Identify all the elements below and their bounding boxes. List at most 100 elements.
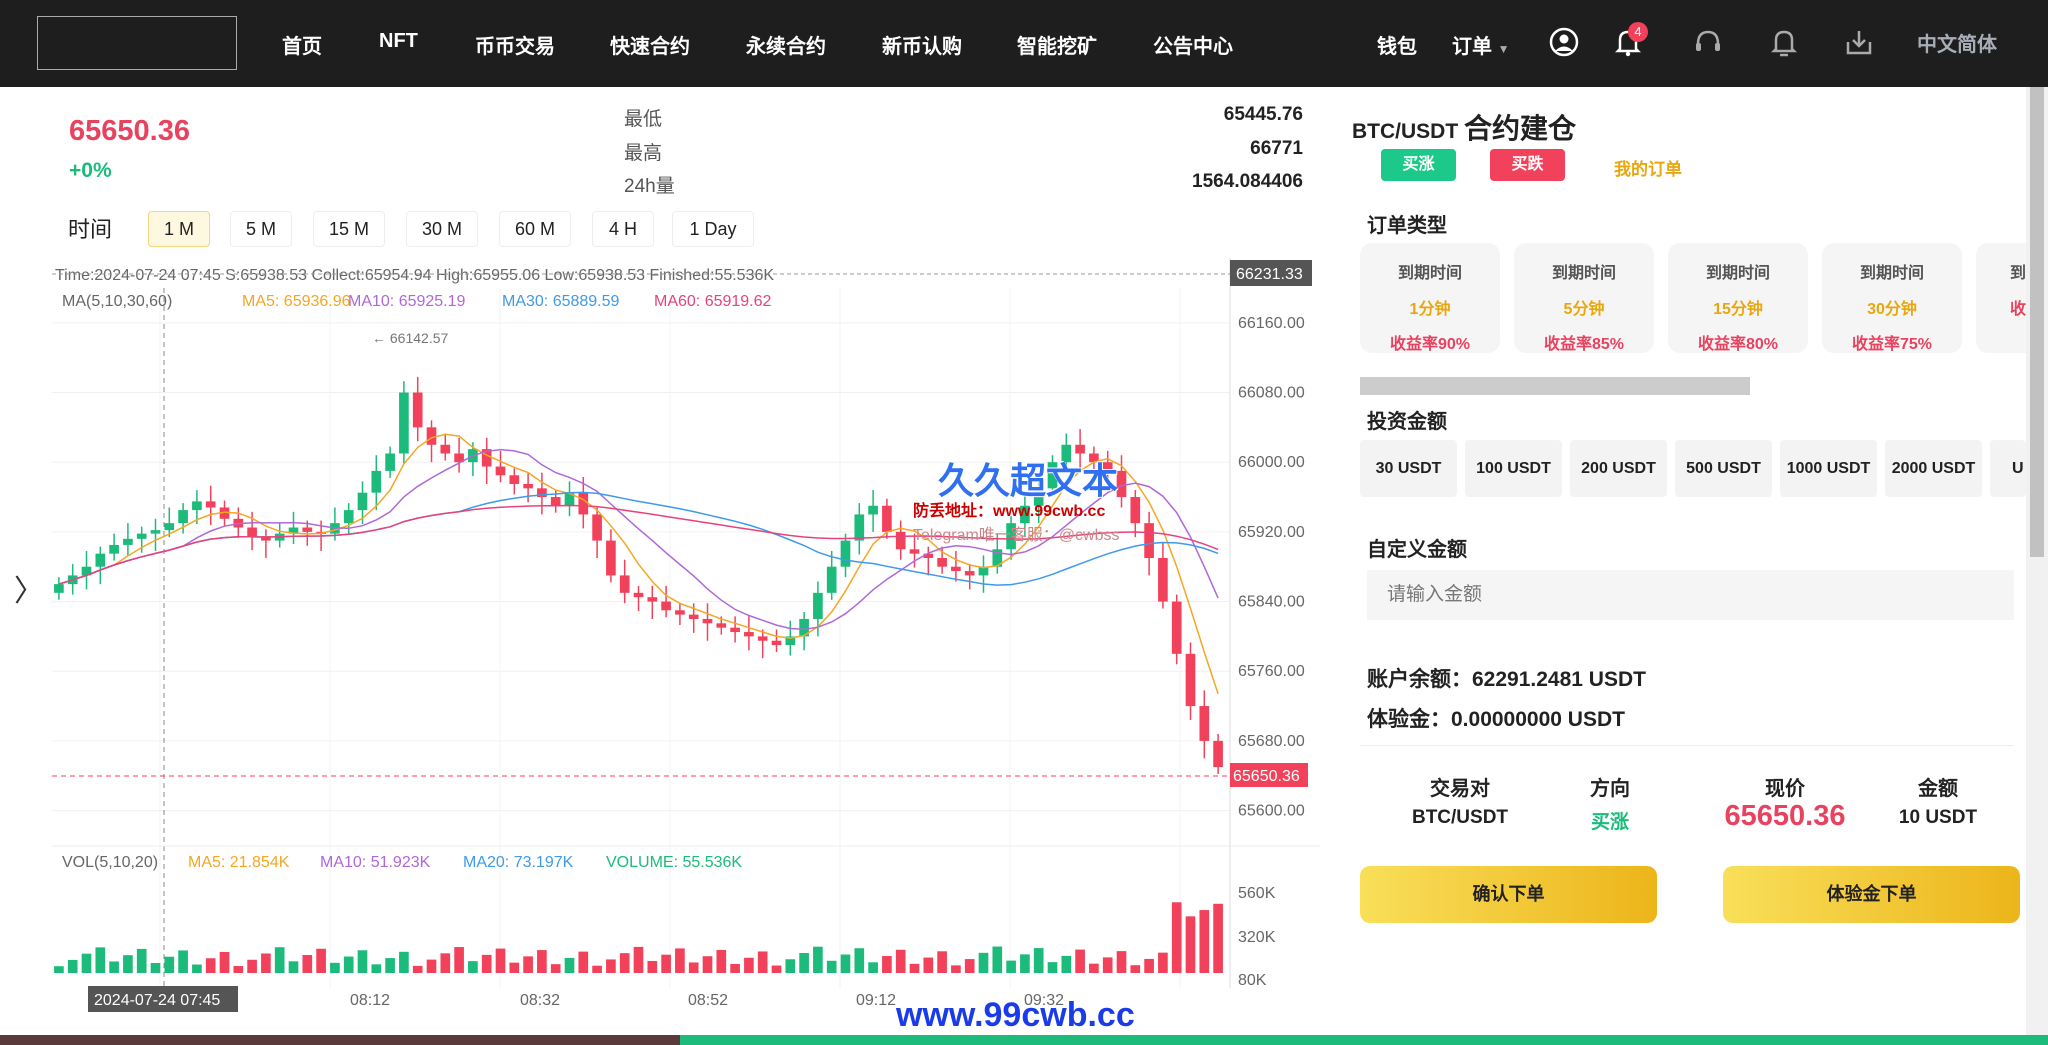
card-time: 1分钟 (1409, 301, 1451, 318)
candle-body (357, 492, 368, 511)
nav-announcements[interactable]: 公告中心 (1153, 30, 1233, 59)
custom-amount-input[interactable] (1367, 570, 2014, 620)
amount-partial[interactable]: U (1990, 440, 2026, 497)
x-tick-label: 08:52 (688, 992, 728, 1009)
volume-bar (619, 953, 630, 973)
volume-bar (675, 948, 685, 973)
nav-mining[interactable]: 智能挖矿 (1017, 30, 1097, 59)
kline-chart[interactable]: Time:2024-07-24 07:45 S:65938.53 Collect… (0, 258, 1330, 1045)
headset-icon[interactable] (1690, 24, 1726, 60)
volume-bar (661, 954, 671, 973)
current-price-label: 65650.36 (1233, 768, 1300, 785)
nav-home[interactable]: 首页 (282, 30, 322, 59)
y-tick-label: 65680.00 (1238, 733, 1305, 750)
trial-balance: 体验金：0.00000000 USDT (1367, 708, 1625, 731)
buy-up-button[interactable]: 买涨 (1381, 149, 1456, 181)
volume-bar (1199, 910, 1210, 973)
timeframe-1day[interactable]: 1 Day (672, 211, 754, 247)
volume-bar (426, 959, 437, 973)
expiry-card-5m[interactable]: 到期时间 5分钟 收益率85% (1514, 243, 1654, 353)
volume-bar (895, 949, 906, 973)
candle-body (399, 392, 409, 454)
trial-order-button[interactable]: 体验金下单 (1723, 866, 2020, 923)
page-scrollbar[interactable] (2026, 87, 2048, 1045)
nav-wallet[interactable]: 钱包 (1377, 30, 1417, 59)
card-time: 30分钟 (1867, 301, 1917, 318)
volume-bar (109, 961, 119, 973)
amount-2000[interactable]: 2000 USDT (1885, 440, 1982, 497)
nav-perpetual[interactable]: 永续合约 (746, 30, 826, 59)
amount-30[interactable]: 30 USDT (1360, 440, 1457, 497)
y-tick-label: 66080.00 (1238, 385, 1305, 402)
volume-bar (550, 964, 561, 973)
volume-bar (302, 955, 313, 973)
nav-orders[interactable]: 订单 ▼ (1452, 30, 1509, 59)
logo[interactable] (37, 16, 237, 70)
amount-1000[interactable]: 1000 USDT (1780, 440, 1877, 497)
expiry-card-30m[interactable]: 到期时间 30分钟 收益率75% (1822, 243, 1962, 353)
bell-outline-icon[interactable] (1766, 24, 1802, 60)
candle-body (964, 571, 975, 576)
card-rate: 收 (2010, 301, 2027, 318)
expiry-card-partial[interactable]: 到收 (1976, 243, 2026, 353)
amount-100[interactable]: 100 USDT (1465, 440, 1562, 497)
volume-bar (371, 964, 382, 973)
page-scrollbar-thumb[interactable] (2030, 87, 2044, 557)
nav-nft[interactable]: NFT (379, 30, 418, 53)
timeframe-4h[interactable]: 4 H (592, 211, 654, 247)
volume-bar (192, 964, 202, 973)
timeframe-30m[interactable]: 30 M (406, 211, 478, 247)
candle-body (150, 530, 161, 534)
download-icon[interactable] (1841, 24, 1877, 60)
nav-orders-label: 订单 (1452, 36, 1492, 58)
volume-bar (233, 966, 244, 973)
amount-500[interactable]: 500 USDT (1675, 440, 1772, 497)
candle-body (868, 505, 878, 515)
notification-badge: 4 (1628, 22, 1648, 42)
candle-body (1158, 558, 1168, 602)
candle-body (909, 549, 920, 554)
candle-body (1213, 740, 1223, 768)
candle-body (1130, 497, 1141, 524)
my-orders-link[interactable]: 我的订单 (1614, 155, 1682, 180)
volume-bar (757, 951, 768, 973)
timeframe-15m[interactable]: 15 M (313, 211, 385, 247)
summary-direction: 买涨 (1590, 812, 1629, 833)
candle-body (523, 483, 533, 489)
candle-body (882, 505, 892, 532)
crosshair-time-label: 2024-07-24 07:45 (94, 992, 220, 1009)
candle-body (951, 566, 961, 572)
timeframe-60m[interactable]: 60 M (499, 211, 571, 247)
candle-body (205, 501, 216, 508)
panel-heading: 合约建仓 (1464, 113, 1577, 144)
expiry-card-1m[interactable]: 到期时间 1分钟 收益率90% (1360, 243, 1500, 353)
panel-title: BTC/USDT 合约建仓 (1352, 107, 1576, 147)
high-label: 最高 (624, 143, 663, 164)
user-circle-icon[interactable] (1546, 24, 1582, 60)
amount-200[interactable]: 200 USDT (1570, 440, 1667, 497)
candle-body (54, 584, 64, 593)
timeframe-5m[interactable]: 5 M (230, 211, 292, 247)
x-tick-label: 09:12 (856, 992, 896, 1009)
card-rate: 收益率90% (1389, 336, 1471, 353)
volume-tick-label: 560K (1238, 885, 1276, 902)
language-selector[interactable]: 中文简体 (1917, 28, 1997, 57)
volume-label: 24h量 (624, 176, 675, 197)
nav-ipo[interactable]: 新币认购 (882, 30, 962, 59)
volume-bar (247, 959, 257, 973)
volume-bar (785, 959, 796, 973)
y-tick-label: 65760.00 (1238, 663, 1305, 680)
volume-bar (67, 959, 78, 973)
expiry-card-15m[interactable]: 到期时间 15分钟 收益率80% (1668, 243, 1808, 353)
nav-quick-contract[interactable]: 快速合约 (610, 30, 690, 59)
candle-body (509, 475, 520, 484)
volume-bar (854, 948, 865, 973)
volume-bar (688, 962, 699, 973)
volume-bar (357, 950, 368, 973)
nav-spot[interactable]: 币币交易 (475, 30, 555, 59)
confirm-order-button[interactable]: 确认下单 (1360, 866, 1657, 923)
candle-body (1116, 470, 1127, 498)
buy-down-button[interactable]: 买跌 (1490, 149, 1565, 181)
cards-scrollbar[interactable] (1360, 377, 1750, 395)
timeframe-1m[interactable]: 1 M (148, 211, 210, 247)
